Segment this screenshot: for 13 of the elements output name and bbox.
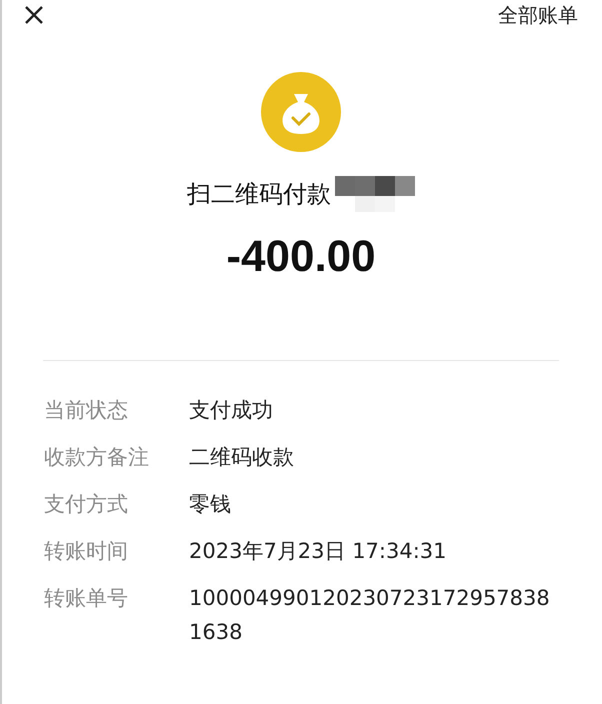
detail-value: 支付成功 xyxy=(189,397,274,424)
detail-label: 转账单号 xyxy=(44,585,129,612)
all-bills-link[interactable]: 全部账单 xyxy=(498,2,578,28)
detail-label: 支付方式 xyxy=(44,491,129,518)
detail-label: 收款方备注 xyxy=(44,444,150,471)
detail-value: 1000049901202307231729578381638 xyxy=(189,585,551,646)
detail-value: 零钱 xyxy=(189,491,232,518)
detail-label: 转账时间 xyxy=(44,538,129,565)
amount: -400.00 xyxy=(226,232,376,282)
detail-value: 2023年7月23日 17:34:31 xyxy=(189,538,448,565)
detail-label: 当前状态 xyxy=(44,397,129,424)
detail-value: 二维码收款 xyxy=(189,444,295,471)
transaction-title: 扫二维码付款 xyxy=(187,179,331,210)
